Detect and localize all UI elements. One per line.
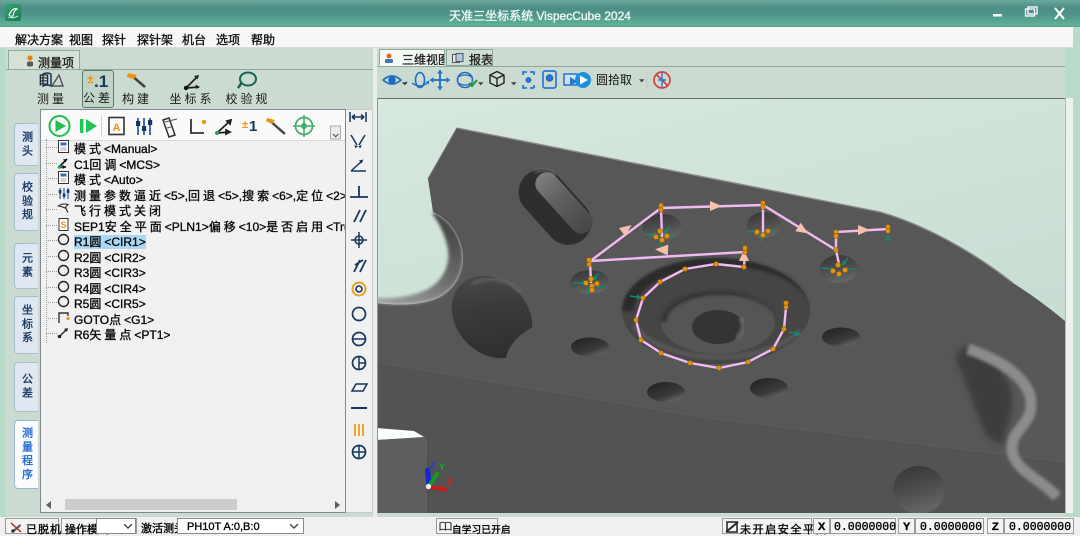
svg-text:S: S [60,220,66,230]
svg-text:圆拾取: 圆拾取 [596,72,632,87]
svg-text:±: ± [242,119,248,131]
svg-text:±: ± [87,72,94,86]
svg-text:Y: Y [439,462,445,472]
svg-text:Z: Z [430,461,436,471]
svg-text:.1: .1 [94,72,108,91]
svg-text:1: 1 [249,118,257,135]
svg-text:A: A [113,122,121,134]
svg-text:X: X [447,477,453,487]
